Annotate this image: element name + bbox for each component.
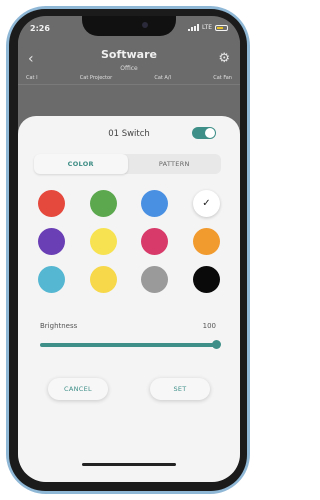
set-button[interactable]: SET: [150, 378, 210, 400]
cancel-button[interactable]: CANCEL: [48, 378, 108, 400]
color-swatch[interactable]: [38, 228, 65, 255]
check-icon: ✓: [202, 198, 211, 209]
status-indicators: LTE: [188, 24, 228, 31]
color-swatch[interactable]: [141, 266, 169, 293]
color-swatch[interactable]: [141, 190, 169, 217]
color-swatch[interactable]: ✓: [192, 190, 220, 217]
category-tab[interactable]: Cat Projector: [80, 75, 112, 83]
tab-color[interactable]: COLOR: [34, 154, 128, 174]
category-tabs: Cat I Cat Projector Cat A/I Cat Fan: [26, 75, 232, 83]
color-swatch[interactable]: [141, 228, 169, 255]
color-sheet: 01 Switch COLOR PATTERN ✓ Brightness 100…: [18, 116, 240, 482]
camera-icon: [142, 22, 148, 28]
color-swatch[interactable]: [38, 190, 65, 217]
brightness-slider-thumb[interactable]: [212, 340, 221, 349]
category-tab[interactable]: Cat Fan: [213, 75, 232, 83]
app-header: ‹ Software Office ⚙ Cat I Cat Projector …: [18, 38, 240, 96]
page-title: Software: [101, 48, 157, 61]
tab-pattern[interactable]: PATTERN: [128, 154, 222, 174]
category-tab[interactable]: Cat A/I: [154, 75, 171, 83]
home-indicator: [82, 463, 176, 466]
color-swatch[interactable]: [89, 190, 117, 217]
color-swatch[interactable]: [38, 266, 65, 293]
battery-icon: [215, 24, 228, 31]
color-swatch[interactable]: [89, 228, 117, 255]
settings-icon[interactable]: ⚙: [218, 51, 230, 66]
network-label: LTE: [202, 24, 212, 31]
page-subtitle: Office: [120, 65, 138, 72]
mode-tabs: COLOR PATTERN: [34, 154, 221, 174]
status-time: 2:26: [30, 24, 50, 33]
phone-screen: 2:26 LTE ‹ Software Office ⚙ Cat I Cat P…: [18, 16, 240, 482]
brightness-label: Brightness: [40, 322, 78, 330]
toggle-knob: [205, 128, 215, 138]
signal-icon: [188, 24, 200, 31]
brightness-slider-track[interactable]: [40, 343, 216, 347]
power-toggle[interactable]: [192, 127, 216, 139]
category-tab[interactable]: Cat I: [26, 75, 38, 83]
color-swatch[interactable]: [192, 266, 220, 293]
color-swatch[interactable]: [192, 228, 220, 255]
category-divider: [18, 84, 240, 85]
notch: [82, 16, 176, 36]
brightness-value: 100: [202, 322, 216, 330]
color-swatch-grid: ✓: [38, 190, 220, 293]
color-swatch[interactable]: [89, 266, 117, 293]
